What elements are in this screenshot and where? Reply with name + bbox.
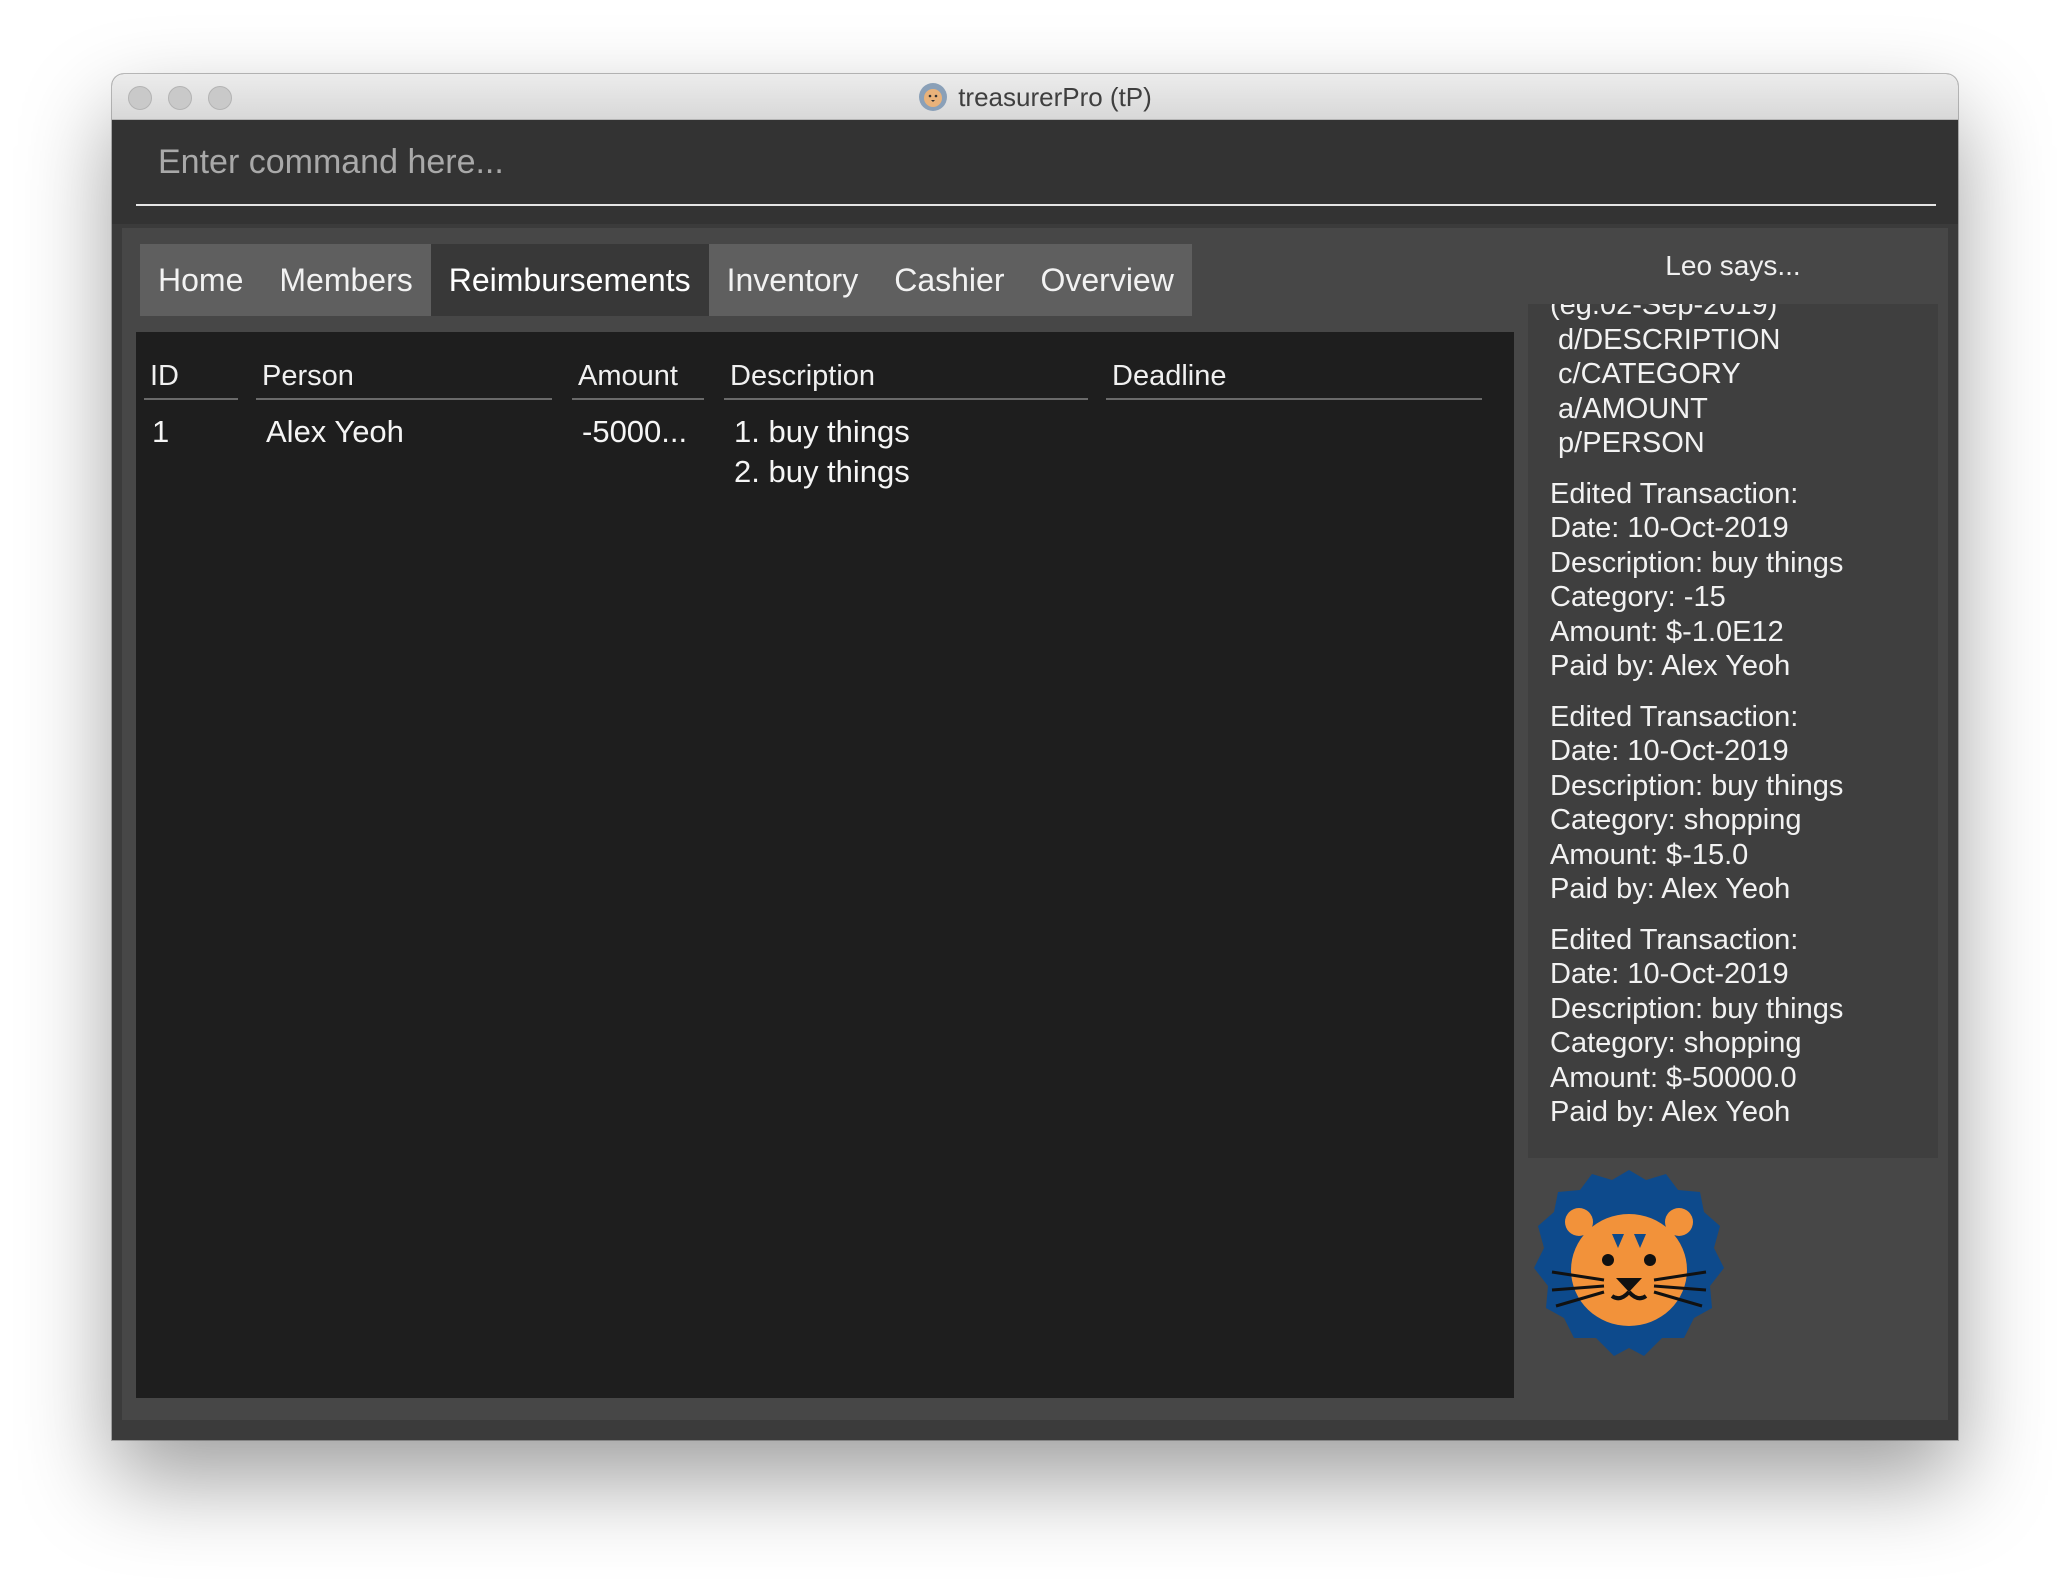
message-line: Description: buy things (1550, 546, 1844, 579)
tab-cashier[interactable]: Cashier (876, 244, 1023, 316)
lion-mascot-icon (1534, 1170, 1724, 1356)
message-line: Category: shopping (1550, 804, 1802, 836)
message-line: p/PERSON (1550, 427, 1705, 459)
message-line: Paid by: Alex Yeoh (1550, 650, 1791, 682)
assistant-message: Edited Transaction: Date: 10-Oct-2019 Desc… (1550, 477, 1910, 684)
tab-bar: Home Members Reimbursements Inventory Ca… (140, 244, 1192, 316)
main-content: Home Members Reimbursements Inventory Ca… (122, 228, 1948, 1420)
tab-home[interactable]: Home (140, 244, 262, 316)
app-window: treasurerPro (tP) Home Members Reimburse… (112, 74, 1958, 1440)
message-line: Edited Transaction: (1550, 477, 1799, 510)
message-line: Description: buy things (1550, 992, 1844, 1025)
tab-reimbursements[interactable]: Reimbursements (430, 244, 709, 316)
assistant-message: Edited Transaction: Date: 10-Oct-2019 Desc… (1550, 923, 1910, 1130)
tab-overview[interactable]: Overview (1022, 244, 1192, 316)
column-header-id[interactable]: ID (144, 352, 238, 400)
cell-description: 1. buy things 2. buy things (726, 412, 910, 492)
description-line: 1. buy things (734, 414, 910, 449)
message-line: Amount: $-1.0E12 (1550, 615, 1784, 648)
message-line: Amount: $-50000.0 (1550, 1061, 1797, 1094)
cell-person: Alex Yeoh (266, 414, 404, 449)
message-line: Edited Transaction: (1550, 700, 1799, 733)
description-line: 2. buy things (734, 454, 910, 489)
column-header-description[interactable]: Description (724, 352, 1088, 400)
tab-inventory[interactable]: Inventory (708, 244, 877, 316)
tab-members[interactable]: Members (261, 244, 431, 316)
column-header-deadline[interactable]: Deadline (1106, 352, 1482, 400)
assistant-message-pane[interactable]: (eg.02-Sep-2019) d/DESCRIPTION c/CATEGOR… (1528, 304, 1938, 1158)
column-header-person[interactable]: Person (256, 352, 552, 400)
message-line: Category: shopping (1550, 1027, 1802, 1059)
reimbursement-table: ID Person Amount Description Deadline 1 … (136, 332, 1514, 1398)
window-title: treasurerPro (tP) (958, 81, 1152, 112)
message-line: Paid by: Alex Yeoh (1550, 1096, 1791, 1128)
message-line: c/CATEGORY (1550, 358, 1741, 390)
message-line: Date: 10-Oct-2019 (1550, 512, 1789, 544)
message-line: Date: 10-Oct-2019 (1550, 958, 1789, 990)
app-lion-icon (919, 83, 948, 111)
assistant-message: Edited Transaction: Date: 10-Oct-2019 Desc… (1550, 700, 1910, 907)
message-line: Category: -15 (1550, 581, 1726, 613)
message-line: a/AMOUNT (1550, 392, 1708, 425)
assistant-header: Leo says... (1665, 250, 1801, 281)
cell-id: 1 (152, 414, 170, 449)
message-line: Amount: $-15.0 (1550, 838, 1749, 871)
command-input[interactable] (136, 120, 1936, 206)
assistant-message: (eg.02-Sep-2019) d/DESCRIPTION c/CATEGOR… (1550, 304, 1910, 461)
message-line: (eg.02-Sep-2019) (1550, 304, 1778, 321)
message-line: Edited Transaction: (1550, 923, 1799, 956)
message-line: Paid by: Alex Yeoh (1550, 873, 1791, 905)
title-bar[interactable]: treasurerPro (tP) (112, 74, 1958, 120)
message-list: (eg.02-Sep-2019) d/DESCRIPTION c/CATEGOR… (1550, 304, 1910, 1130)
command-bar (112, 120, 1958, 224)
cell-amount: -5000... (582, 414, 688, 449)
message-line: d/DESCRIPTION (1550, 323, 1781, 356)
message-line: Description: buy things (1550, 769, 1844, 802)
column-header-amount[interactable]: Amount (572, 352, 704, 400)
message-line: Date: 10-Oct-2019 (1550, 735, 1789, 767)
